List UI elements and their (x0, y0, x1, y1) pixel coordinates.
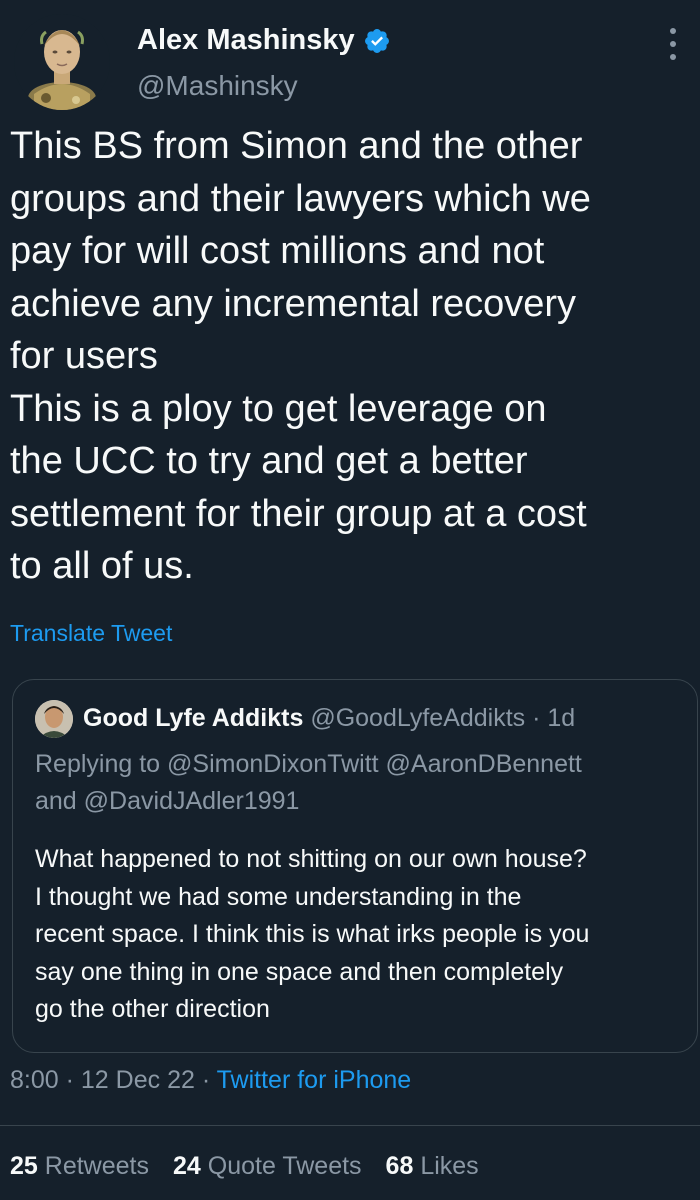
and-label: and (35, 787, 77, 815)
mention-link: @AaronDBennett (385, 750, 582, 778)
quoted-text-line: say one thing in one space and then comp… (35, 957, 564, 986)
person-avatar-icon (35, 700, 73, 738)
quote-tweets-stat[interactable]: 24 Quote Tweets (173, 1152, 362, 1181)
tweet-text-line: This is a ploy to get leverage on (10, 387, 547, 430)
retweets-label: Retweets (44, 1152, 149, 1180)
tweet-stats: 25 Retweets 24 Quote Tweets 68 Likes (10, 1152, 479, 1181)
author-display-name[interactable]: Alex Mashinsky (137, 24, 355, 57)
tweet-text-line: This BS from Simon and the other (10, 125, 583, 167)
quoted-text-line: I thought we had some understanding in t… (35, 882, 522, 911)
tweet-text-line: to all of us. (10, 545, 194, 587)
quote-tweets-label: Quote Tweets (207, 1152, 362, 1180)
quote-tweets-count: 24 (172, 1152, 201, 1180)
retweets-count: 25 (10, 1152, 38, 1180)
tweet-text-line: settlement for their group at a cost (10, 492, 587, 535)
author-avatar[interactable] (14, 14, 110, 110)
divider (0, 1125, 700, 1126)
quoted-tweet-card[interactable]: Good Lyfe Addikts @GoodLyfeAddikts · 1d … (12, 679, 698, 1053)
retweets-stat[interactable]: 25 Retweets (10, 1152, 149, 1181)
tweet-text-line: achieve any incremental recovery (10, 282, 577, 325)
more-options-icon[interactable] (668, 28, 678, 68)
quoted-author-name: Good Lyfe Addikts (83, 704, 304, 732)
tweet-page: Alex Mashinsky @Mashinsky This BS from S… (0, 0, 700, 1200)
quoted-tweet-text: What happened to not shitting on our own… (35, 841, 685, 1029)
tweet-source-link[interactable]: Twitter for iPhone (217, 1066, 412, 1094)
mention-link: @SimonDixonTwitt (167, 750, 379, 778)
quoted-text-line: recent space. I think this is what irks … (35, 920, 590, 948)
tweet-meta: 8:00 · 12 Dec 22 · Twitter for iPhone (10, 1066, 411, 1095)
separator-dot: · (201, 1066, 211, 1094)
quoted-text-line: What happened to not shitting on our own… (35, 845, 587, 873)
separator-dot: · (532, 704, 541, 732)
replying-to-line: Replying to @SimonDixonTwitt @AaronDBenn… (35, 746, 685, 820)
quoted-tweet-header: Good Lyfe Addikts @GoodLyfeAddikts · 1d (83, 704, 575, 733)
likes-count: 68 (385, 1152, 414, 1180)
likes-stat[interactable]: 68 Likes (386, 1152, 479, 1181)
likes-label: Likes (420, 1152, 479, 1180)
tweet-text-line: groups and their lawyers which we (10, 177, 591, 220)
tweet-header: Alex Mashinsky @Mashinsky (0, 0, 700, 118)
replying-to-label: Replying to (35, 750, 161, 778)
tweet-time[interactable]: 8:00 (10, 1066, 59, 1094)
mention-link: @DavidJAdler1991 (83, 787, 300, 815)
author-name-row[interactable]: Alex Mashinsky (137, 24, 391, 57)
quoted-text-line: go the other direction (35, 995, 270, 1023)
quoted-tweet-age: 1d (547, 704, 576, 732)
translate-tweet-link[interactable]: Translate Tweet (10, 620, 172, 647)
tweet-text: This BS from Simon and the other groups … (10, 120, 690, 593)
quoted-author-handle: @GoodLyfeAddikts (310, 704, 526, 732)
tweet-text-line: the UCC to try and get a better (10, 440, 528, 482)
tweet-text-line: for users (10, 335, 158, 377)
quoted-author-avatar (35, 700, 73, 738)
author-handle[interactable]: @Mashinsky (137, 70, 298, 102)
tweet-date[interactable]: 12 Dec 22 (81, 1066, 195, 1094)
tweet-text-line: pay for will cost millions and not (10, 230, 545, 272)
separator-dot: · (65, 1066, 74, 1094)
verified-badge-icon (364, 28, 389, 53)
astronaut-bust-icon (14, 14, 110, 110)
